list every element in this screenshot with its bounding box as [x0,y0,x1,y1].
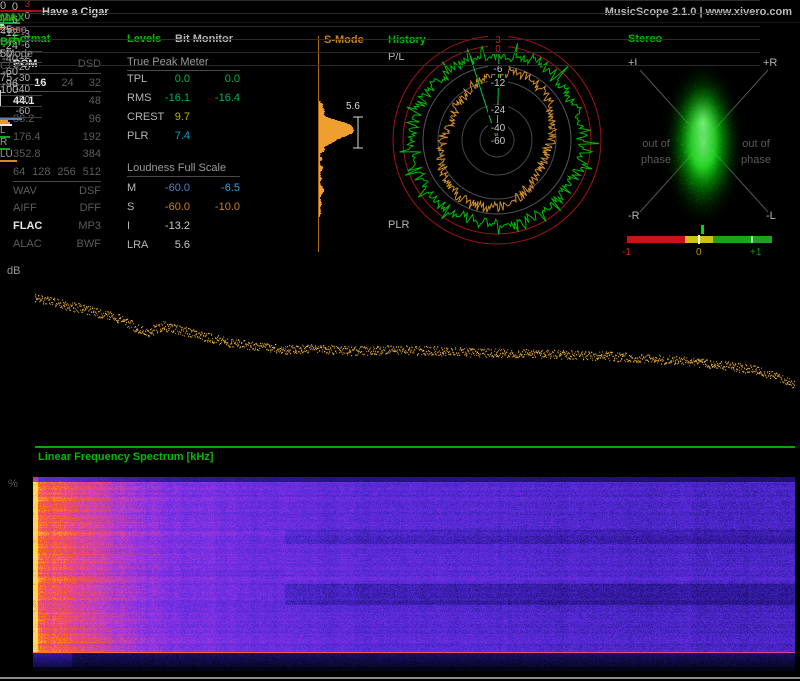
levels-row-label: S [127,201,134,213]
balance-min-label: -1 [622,248,631,258]
spectrogram-label-cof: COF [0,60,24,72]
spectrogram-label-100: 100 [0,84,24,96]
spectrum-gridline--60 [0,65,760,66]
levels-value-left: 5.6 [175,239,190,251]
meter-channel-lamp-lu [0,160,17,162]
smode-range-marker [351,114,365,152]
levels-row-m: M -60.0 -6.5 [127,182,240,194]
format-option-384: 384 [83,148,101,160]
format-option-512: 512 [83,166,101,178]
spectrum-gridline--40 [0,52,760,53]
levels-value-left: -13.2 [165,220,190,232]
spectrogram-label-bry: BRY [0,36,24,48]
levels-row-s: S -60.0 -10.0 [127,201,240,213]
levels-row-label: CREST [127,111,164,123]
corner-label-minus-r: -R [628,210,640,222]
format-option-192: 192 [83,131,101,143]
window-bottom-edge [0,677,800,679]
format-row: FLAC MP3 [13,217,101,235]
format-option-96: 96 [89,113,101,125]
format-option-dff: DFF [80,202,101,214]
spectrogram-unit-label: % [8,478,18,490]
spectrum-unit-label: dB [7,265,20,277]
format-option-128: 128 [32,166,50,178]
levels-row-crest: CREST 9.7 [127,111,240,123]
format-option-flac: FLAC [13,220,42,232]
balance-mid-label: 0 [696,248,702,258]
loudness-section-label: Loudness Full Scale [127,162,226,174]
radar-ring-label: -40 [491,123,506,134]
correlation-bar-red [627,236,685,243]
format-option-dsf: DSF [79,185,101,197]
correlation-bar-green [713,236,772,243]
levels-row-lra: LRA 5.6 [127,239,240,251]
balance-max-label: +1 [750,248,761,258]
format-row: 64 128 256 512 [13,163,101,182]
spectrum-grid: 0-6-12-24-40-60-96 [0,0,760,106]
spectrogram-label-25: 25 [0,24,24,36]
correlation-bar [627,236,772,243]
levels-value-right: -6.5 [221,182,240,194]
format-option-256: 256 [57,166,75,178]
spectrum-gridline--12 [0,26,760,27]
correlation-zero-tick [698,235,700,244]
out-of-phase-left: out ofphase [632,136,680,168]
format-option-alac: ALAC [13,238,42,250]
out-of-phase-right: out ofphase [732,136,780,168]
levels-value-right: -10.0 [215,201,240,213]
spectrum-x-label: Linear Frequency Spectrum [kHz] [38,451,213,463]
spectrogram-label-50: 50 [0,48,24,60]
format-option-wav: WAV [13,185,37,197]
spectrogram-canvas [33,477,795,671]
levels-row-label: I [127,220,130,232]
meter-channel-label-l: L [0,126,42,136]
levels-value-left: 7.4 [175,130,190,142]
format-option-mp3: MP3 [78,220,101,232]
levels-value-left: -60.0 [165,201,190,213]
spectrum-gridline--6 [0,13,760,14]
spectrogram-label-max: MAX [0,12,24,24]
format-option-aiff: AIFF [13,202,37,214]
levels-row-label: LRA [127,239,148,251]
meter-channel-label-lu: LU [0,150,42,160]
format-option-64: 64 [13,166,25,178]
correlation-value-tick [751,236,753,243]
format-row: AIFF DFF [13,200,101,218]
levels-row-label: M [127,182,136,194]
radar-ring-label: -24 [491,105,506,116]
spectrum-x-axis [35,446,795,448]
spectrogram-label-0: 0 [0,0,24,12]
spectrogram-label-75: 75 [0,72,24,84]
corner-label-plus-r: +R [763,57,777,69]
levels-row-i: I -13.2 [127,220,240,232]
correlation-indicator-tick [701,225,704,234]
levels-row-plr: PLR 7.4 [127,130,240,142]
levels-value-left: -60.0 [165,182,190,194]
spectrogram-axis-labels: 0MAX25BRY50COF75100 [0,0,24,96]
radar-ring-label: -60 [491,136,506,147]
meter-channel-label-r: R [0,138,42,148]
musicscope-window: Have a Cigar MusicScope 2.1.0 | www.xive… [0,0,800,681]
spectrum-gridline-0 [0,0,760,1]
format-row: WAV DSF [13,182,101,200]
format-row: ALAC BWF [13,235,101,253]
levels-row-label: PLR [127,130,148,142]
format-option-bwf: BWF [77,238,101,250]
spectrum-gridline--24 [0,39,760,40]
spectrum-xtick-mark [0,102,1,106]
levels-value-left: 9.7 [175,111,190,123]
corner-label-minus-l: -L [766,210,776,222]
spectrum-canvas [35,266,795,448]
loudness-underline [127,176,240,177]
meter-tick-label--60: -60 [0,107,30,117]
